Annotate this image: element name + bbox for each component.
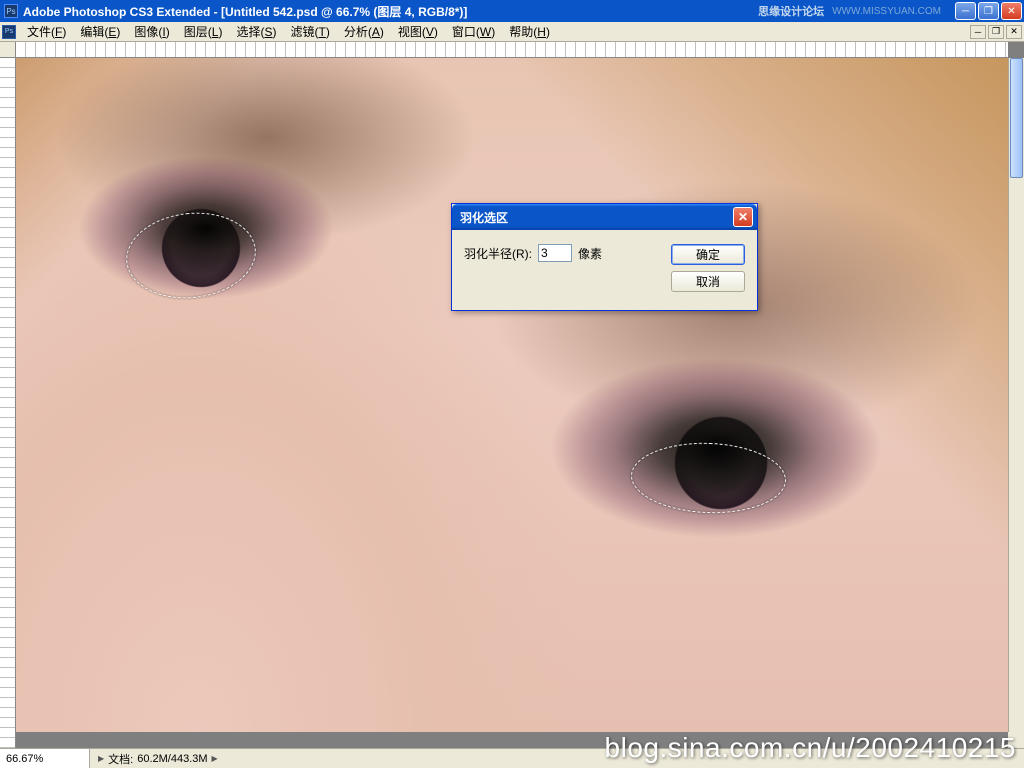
feather-unit-label: 像素 [578,245,602,262]
dialog-titlebar[interactable]: 羽化选区 ✕ [452,204,757,230]
menubar: Ps 文件(F) 编辑(E) 图像(I) 图层(L) 选择(S) 滤镜(T) 分… [0,22,1024,42]
chevron-right-icon: ▶ [212,754,218,763]
photo-content [16,58,1008,732]
menu-layer[interactable]: 图层(L) [177,21,230,42]
forum-watermark: 思缘设计论坛 [758,3,824,19]
menu-analysis[interactable]: 分析(A) [337,21,391,42]
feather-radius-input[interactable] [538,244,572,262]
ruler-horizontal[interactable] [16,42,1008,58]
forum-url-watermark: WWW.MISSYUAN.COM [832,6,941,17]
menu-filter[interactable]: 滤镜(T) [283,21,336,42]
dialog-close-button[interactable]: ✕ [733,207,753,227]
feather-radius-label: 羽化半径(R): [464,245,532,262]
photoshop-app-icon: Ps [4,4,18,18]
cancel-button[interactable]: 取消 [671,271,745,292]
mdi-close-button[interactable]: ✕ [1006,25,1022,39]
menu-select[interactable]: 选择(S) [229,21,283,42]
menu-edit[interactable]: 编辑(E) [73,21,127,42]
doc-size: 60.2M/443.3M [137,753,207,765]
vertical-scrollbar[interactable] [1008,58,1024,732]
image-canvas[interactable] [16,58,1008,732]
canvas-area [0,42,1024,748]
mdi-restore-button[interactable]: ❐ [988,25,1004,39]
window-title: Adobe Photoshop CS3 Extended - [Untitled… [23,3,467,20]
maximize-button[interactable]: ❐ [978,2,999,20]
zoom-level-box[interactable]: 66.67% [0,749,90,768]
scrollbar-thumb[interactable] [1010,58,1023,178]
close-button[interactable]: ✕ [1001,2,1022,20]
feather-selection-dialog: 羽化选区 ✕ 羽化半径(R): 像素 确定 取消 [451,203,758,311]
ok-button[interactable]: 确定 [671,244,745,265]
document-info[interactable]: ▶ 文档: 60.2M/443.3M ▶ [90,751,226,767]
doc-label: 文档: [108,751,133,767]
menu-window[interactable]: 窗口(W) [445,21,502,42]
ruler-corner [0,42,16,58]
menu-image[interactable]: 图像(I) [127,21,176,42]
minimize-button[interactable]: ─ [955,2,976,20]
titlebar: Ps Adobe Photoshop CS3 Extended - [Untit… [0,0,1024,22]
photoshop-doc-icon: Ps [2,25,16,39]
blog-url-watermark: blog.sina.com.cn/u/2002410215 [605,732,1016,764]
info-menu-icon: ▶ [98,754,104,763]
ruler-vertical[interactable] [0,58,16,748]
menu-view[interactable]: 视图(V) [391,21,445,42]
menu-help[interactable]: 帮助(H) [502,21,557,42]
menu-file[interactable]: 文件(F) [20,21,73,42]
dialog-title-text: 羽化选区 [460,209,508,226]
mdi-minimize-button[interactable]: ─ [970,25,986,39]
